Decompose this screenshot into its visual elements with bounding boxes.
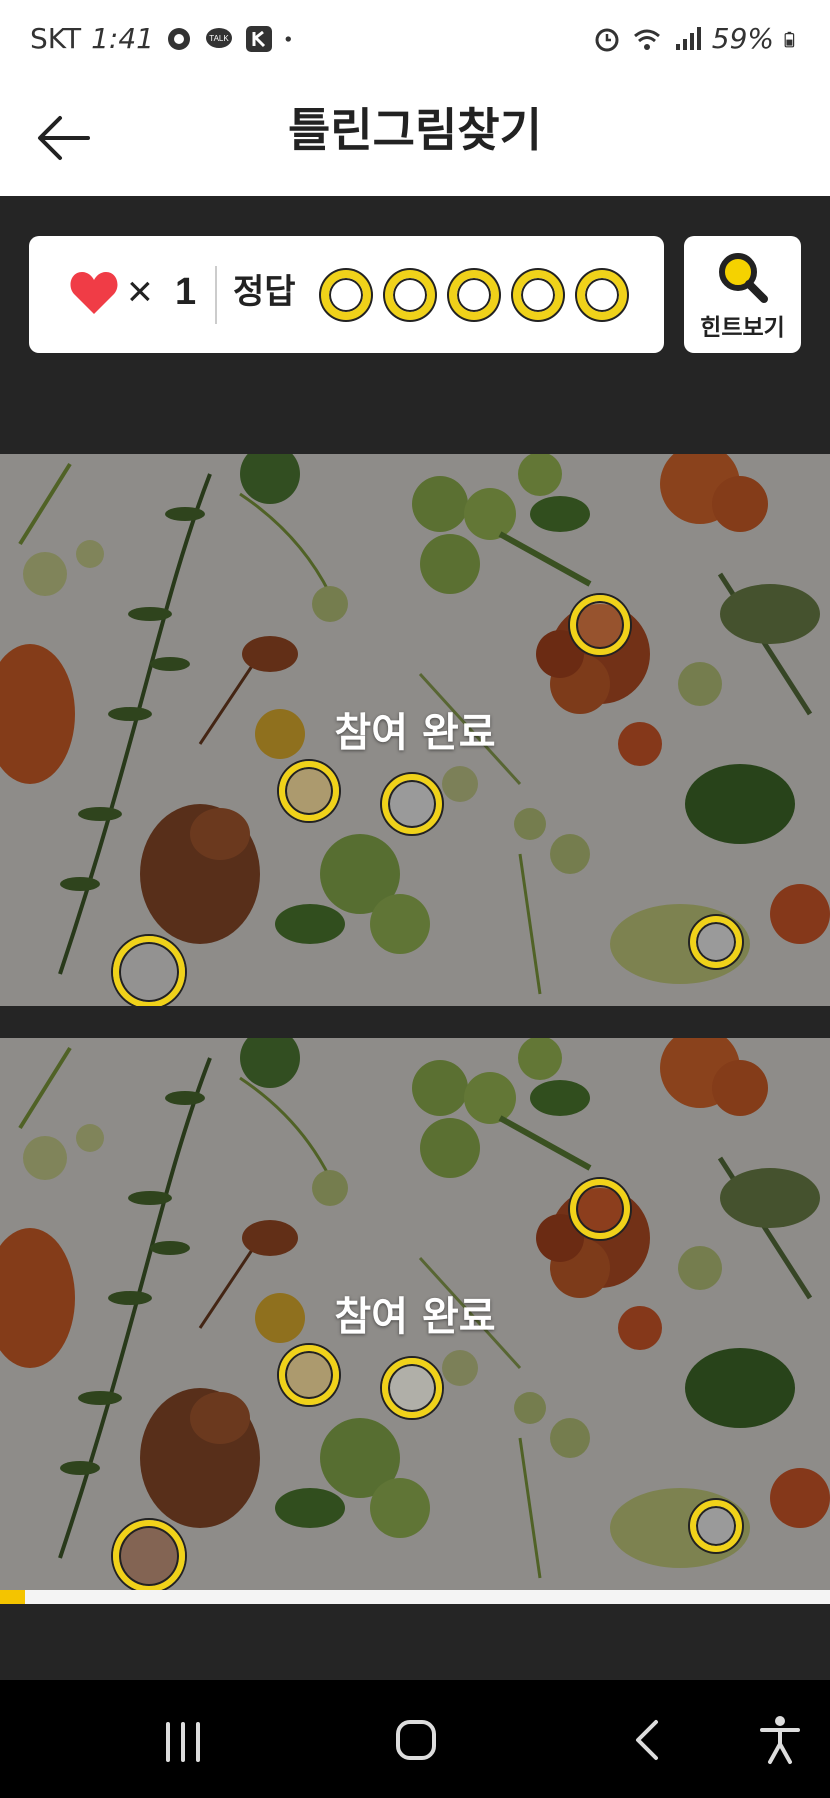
heart-icon bbox=[70, 272, 118, 314]
top-picture[interactable]: 참여 완료 bbox=[0, 454, 830, 1006]
answer-slot bbox=[385, 270, 435, 320]
divider bbox=[215, 266, 217, 324]
talk-icon: TALK bbox=[205, 27, 232, 48]
found-difference-marker bbox=[690, 916, 742, 968]
page-title: 틀린그림찾기 bbox=[288, 103, 542, 157]
status-bar: SKT 1:41 TALK 59% bbox=[0, 0, 830, 80]
participation-complete-text: 참여 완료 bbox=[334, 1294, 496, 1340]
found-difference-marker bbox=[113, 936, 185, 1006]
score-panel: × 1 정답 bbox=[29, 236, 664, 353]
found-difference-marker bbox=[279, 1345, 339, 1405]
found-difference-marker bbox=[279, 761, 339, 821]
found-difference-marker bbox=[382, 774, 442, 834]
found-difference-marker bbox=[690, 1500, 742, 1552]
battery-text: 59% bbox=[711, 22, 774, 55]
progress-fill bbox=[0, 1590, 25, 1604]
bottom-picture[interactable]: 참여 완료 bbox=[0, 1038, 830, 1590]
lives-count: 1 bbox=[175, 271, 197, 313]
carrier-text: SKT bbox=[30, 22, 82, 55]
found-difference-marker bbox=[113, 1520, 185, 1590]
signal-icon bbox=[675, 26, 701, 50]
recent-apps-icon[interactable] bbox=[160, 1720, 206, 1764]
battery-icon bbox=[784, 31, 795, 47]
nav-back-icon[interactable] bbox=[628, 1718, 668, 1762]
dot-icon bbox=[285, 35, 291, 42]
magnifier-icon bbox=[719, 253, 768, 303]
system-nav-bar bbox=[0, 1680, 830, 1798]
answer-slot bbox=[449, 270, 499, 320]
accessibility-icon[interactable] bbox=[756, 1714, 804, 1766]
svg-text:TALK: TALK bbox=[209, 34, 229, 43]
participation-complete-text: 참여 완료 bbox=[334, 710, 496, 756]
answer-slot bbox=[321, 270, 371, 320]
found-difference-marker bbox=[570, 1179, 630, 1239]
k-app-icon bbox=[245, 25, 272, 52]
found-difference-marker bbox=[570, 595, 630, 655]
settings-icon bbox=[167, 27, 190, 50]
alarm-icon bbox=[595, 28, 619, 51]
answer-slot bbox=[513, 270, 563, 320]
home-icon[interactable] bbox=[392, 1716, 440, 1764]
answer-slots bbox=[321, 270, 627, 320]
lives-multiplier: × bbox=[127, 267, 153, 316]
hint-button[interactable]: 힌트보기 bbox=[684, 236, 801, 353]
found-difference-marker bbox=[382, 1358, 442, 1418]
wifi-icon bbox=[633, 29, 660, 50]
hint-label: 힌트보기 bbox=[700, 315, 785, 341]
time-progress-bar bbox=[0, 1590, 830, 1604]
time-text: 1:41 bbox=[91, 22, 154, 55]
title-bar: 틀린그림찾기 bbox=[0, 80, 830, 196]
answer-label: 정답 bbox=[233, 272, 296, 312]
answer-slot bbox=[577, 270, 627, 320]
